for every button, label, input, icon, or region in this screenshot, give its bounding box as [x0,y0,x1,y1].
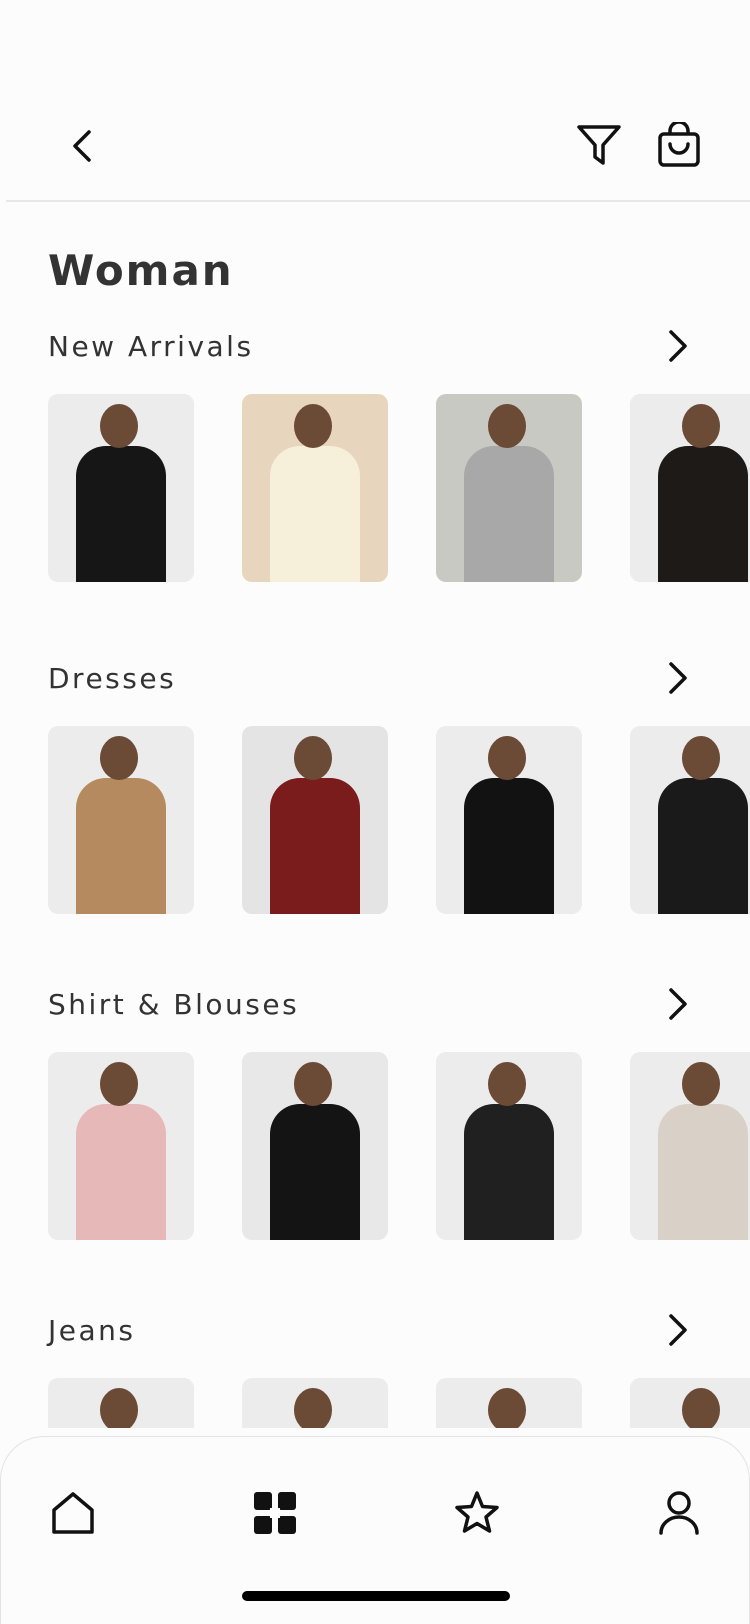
user-icon [659,1491,699,1535]
product-card[interactable] [242,1052,388,1240]
product-image [100,404,138,448]
product-image [658,446,748,582]
product-section: Dresses [0,662,750,922]
product-image [100,1062,138,1106]
product-section: New Arrivals [0,330,750,590]
see-all-button[interactable] [660,324,696,368]
product-image [488,1388,526,1428]
product-image [464,778,554,914]
star-icon [455,1491,499,1533]
product-image [294,404,332,448]
back-button[interactable] [62,122,102,170]
shopping-bag-button[interactable] [654,118,704,172]
product-card[interactable] [48,394,194,582]
nav-profile[interactable] [649,1483,709,1543]
see-all-button[interactable] [660,982,696,1026]
product-carousel[interactable] [48,726,750,914]
product-image [682,1388,720,1428]
product-image [294,736,332,780]
section-title[interactable]: New Arrivals [48,330,254,363]
section-title[interactable]: Shirt & Blouses [48,988,299,1021]
see-all-button[interactable] [660,656,696,700]
product-image [294,1388,332,1428]
product-card[interactable] [48,1378,194,1428]
product-image [488,404,526,448]
product-image [76,778,166,914]
product-image [658,778,748,914]
product-image [76,446,166,582]
product-card[interactable] [48,1052,194,1240]
product-image [100,736,138,780]
product-carousel[interactable] [48,1052,750,1240]
nav-categories[interactable] [245,1483,305,1543]
product-carousel[interactable] [48,394,750,582]
see-all-button[interactable] [660,1308,696,1352]
chevron-left-icon [73,130,91,162]
product-image [270,1104,360,1240]
product-carousel[interactable] [48,1378,750,1428]
section-title[interactable]: Jeans [48,1314,135,1347]
product-card[interactable] [242,394,388,582]
filter-icon [577,125,621,165]
product-card[interactable] [242,1378,388,1428]
product-image [100,1388,138,1428]
product-section: Shirt & Blouses [0,988,750,1248]
product-card[interactable] [630,1378,750,1428]
chevron-right-icon [669,662,687,694]
product-card[interactable] [436,1378,582,1428]
section-title[interactable]: Dresses [48,662,176,695]
product-card[interactable] [48,726,194,914]
chevron-right-icon [669,1314,687,1346]
product-image [464,446,554,582]
shopping-bag-icon [658,122,700,167]
product-image [464,1104,554,1240]
home-indicator [242,1591,510,1601]
header-divider [6,200,750,202]
product-image [682,404,720,448]
product-card[interactable] [242,726,388,914]
page-title: Woman [48,246,234,295]
product-section: Jeans [0,1314,750,1428]
product-card[interactable] [630,726,750,914]
product-image [488,736,526,780]
product-card[interactable] [630,394,750,582]
nav-favorites[interactable] [447,1483,507,1543]
chevron-right-icon [669,988,687,1020]
product-image [682,736,720,780]
product-image [488,1062,526,1106]
product-image [270,778,360,914]
grid-icon [254,1492,296,1534]
product-card[interactable] [630,1052,750,1240]
product-image [658,1104,748,1240]
product-card[interactable] [436,1052,582,1240]
product-image [76,1104,166,1240]
chevron-right-icon [669,330,687,362]
product-image [682,1062,720,1106]
product-image [294,1062,332,1106]
product-card[interactable] [436,394,582,582]
nav-home[interactable] [43,1483,103,1543]
product-image [270,446,360,582]
filter-button[interactable] [574,118,624,172]
home-icon [52,1492,94,1534]
product-card[interactable] [436,726,582,914]
top-bar [0,0,750,202]
